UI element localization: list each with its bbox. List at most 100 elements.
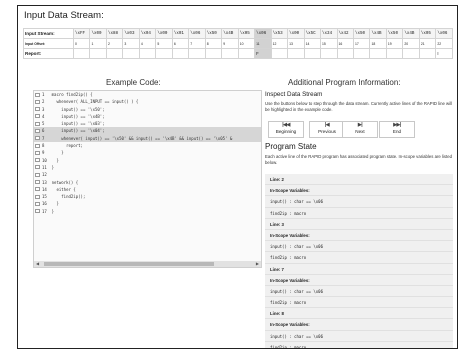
state-label: Line: 3 <box>265 219 453 230</box>
inspect-note: Use the buttons below to step through th… <box>265 101 453 112</box>
code-line-text: 8 report; <box>42 143 83 149</box>
stream-byte-cell: \x06 <box>435 28 453 39</box>
stream-report-cell <box>336 48 354 59</box>
example-code-heading: Example Code: <box>106 78 161 87</box>
code-line: 12 <box>34 171 261 178</box>
code-line-text: 9 } <box>42 150 64 156</box>
previous-button[interactable]: |◀ Previous <box>309 121 345 138</box>
stream-report-cell <box>418 48 437 59</box>
stream-byte-cell: \x03 <box>122 28 140 39</box>
end-button-label: End <box>392 129 402 134</box>
stream-byte-cell: \x00 <box>287 28 305 39</box>
code-line-text: 7 whenever( input() == '\x50' && input()… <box>42 135 233 141</box>
stream-offset-cell: 2 <box>105 38 124 49</box>
stream-offset-cell: 19 <box>385 38 404 49</box>
input-stream-table: Input Stream: \xFF \x00 \x88 \x03 \x04 \x00 \x… <box>23 28 453 59</box>
code-line: 2 whenever( ALL_INPUT == input() ) { <box>34 98 261 105</box>
stream-report-cell <box>221 48 239 59</box>
code-line-text: 10 } <box>42 157 59 163</box>
code-line: 15 find2ip(); <box>34 193 261 200</box>
code-editor[interactable]: 1 macro find2ip() { 2 whenever( ALL_INPUT… <box>33 90 262 268</box>
stream-report-cell <box>105 48 124 59</box>
breakpoint-checkbox[interactable] <box>35 121 40 126</box>
app-frame: Input Data Stream: Input Stream: \xFF \x0… <box>17 5 458 349</box>
state-variable: input() : char == \x06 <box>265 241 453 253</box>
end-button[interactable]: ▶▶| End <box>379 121 415 138</box>
stream-report-cell <box>72 48 91 59</box>
state-variable: input() : char == \x06 <box>265 286 453 298</box>
breakpoint-checkbox[interactable] <box>35 99 40 104</box>
stream-report-cell <box>320 48 338 59</box>
horizontal-scrollbar[interactable]: ◀ ▶ <box>34 261 261 267</box>
breakpoint-checkbox[interactable] <box>35 165 40 170</box>
stream-offset-cell: 12 <box>270 38 289 49</box>
code-line-text: 13 network() { <box>42 179 79 185</box>
next-button[interactable]: ▶| Next <box>342 121 378 138</box>
code-line: 9 } <box>34 149 261 156</box>
state-label: Line: 2 <box>265 174 453 186</box>
state-variable: find2ip : macro <box>265 208 453 219</box>
stream-byte-cell: \x53 <box>270 28 289 39</box>
stream-offset-cell: 16 <box>336 38 354 49</box>
scroll-right-icon[interactable]: ▶ <box>256 261 259 267</box>
program-state-list: Line: 2 In-Scope Variables: input() : char… <box>265 174 453 348</box>
breakpoint-checkbox[interactable] <box>35 143 40 148</box>
stream-byte-cell: \x42 <box>336 28 354 39</box>
beginning-button[interactable]: |◀◀ Beginning <box>268 121 304 138</box>
stream-report-cell: F <box>254 48 272 59</box>
breakpoint-checkbox[interactable] <box>35 136 40 141</box>
code-line-text: 3 input() == '\x50'; <box>42 106 105 112</box>
breakpoint-checkbox[interactable] <box>35 194 40 199</box>
stream-byte-cell: \x06 <box>254 28 272 39</box>
code-line-text: 1 macro find2ip() { <box>42 92 93 97</box>
stream-byte-cell: \x50 <box>204 28 223 39</box>
program-state-heading: Program State <box>265 142 317 151</box>
breakpoint-checkbox[interactable] <box>35 158 40 163</box>
breakpoint-checkbox[interactable] <box>35 209 40 214</box>
stream-report-cell: I <box>435 48 453 59</box>
code-line-text: 2 whenever( ALL_INPUT == input() ) { <box>42 99 139 105</box>
stream-byte-cell: \x4B <box>369 28 387 39</box>
stream-byte-cell: \xFF <box>72 28 91 39</box>
state-label: In-Scope Variables: <box>265 185 453 197</box>
input-offset-row: Input Offset: 0 1 2 3 4 5 6 7 8 9 10 11 12 13 14 15 16 17… <box>23 38 453 49</box>
breakpoint-checkbox[interactable] <box>35 172 40 177</box>
code-line: 3 input() == '\x50'; <box>34 106 261 113</box>
state-label: In-Scope Variables: <box>265 275 453 286</box>
stream-report-cell <box>287 48 305 59</box>
breakpoint-checkbox[interactable] <box>35 187 40 192</box>
breakpoint-checkbox[interactable] <box>35 114 40 119</box>
stream-offset-cell: 14 <box>303 38 322 49</box>
stream-byte-cell: \x4B <box>221 28 239 39</box>
code-line: 11 } <box>34 164 261 171</box>
code-line: 8 report; <box>34 142 261 149</box>
stream-byte-cell: \x88 <box>105 28 124 39</box>
code-line: 7 whenever( input() == '\x50' && input()… <box>34 134 261 143</box>
breakpoint-checkbox[interactable] <box>35 92 40 97</box>
stream-offset-cell: 6 <box>171 38 190 49</box>
code-line-text: 16 } <box>42 201 59 207</box>
stream-report-cell <box>188 48 206 59</box>
breakpoint-checkbox[interactable] <box>35 180 40 185</box>
state-label: In-Scope Variables: <box>265 230 453 242</box>
breakpoint-checkbox[interactable] <box>35 201 40 206</box>
stream-byte-cell: \x00 <box>89 28 107 39</box>
breakpoint-checkbox[interactable] <box>35 128 40 133</box>
code-line: 4 input() == '\x4B'; <box>34 113 261 120</box>
state-variable: find2ip : macro <box>265 297 453 309</box>
scroll-left-icon[interactable]: ◀ <box>36 261 39 267</box>
stream-offset-cell: 3 <box>122 38 140 49</box>
stream-byte-cell: \x05 <box>237 28 256 39</box>
scrollbar-thumb[interactable] <box>44 262 214 266</box>
skip-to-start-icon: |◀◀ <box>282 122 290 128</box>
row-label-report: Report: <box>23 48 74 59</box>
code-line-text: 11 } <box>42 164 55 170</box>
stream-report-cell <box>385 48 404 59</box>
stream-byte-cell: \x5C <box>303 28 322 39</box>
inspect-heading: Inspect Data Stream <box>265 91 323 98</box>
breakpoint-checkbox[interactable] <box>35 107 40 112</box>
additional-info-heading: Additional Program Information: <box>288 78 401 87</box>
row-label-input-offset: Input Offset: <box>23 38 74 49</box>
stream-report-cell <box>369 48 387 59</box>
breakpoint-checkbox[interactable] <box>35 150 40 155</box>
